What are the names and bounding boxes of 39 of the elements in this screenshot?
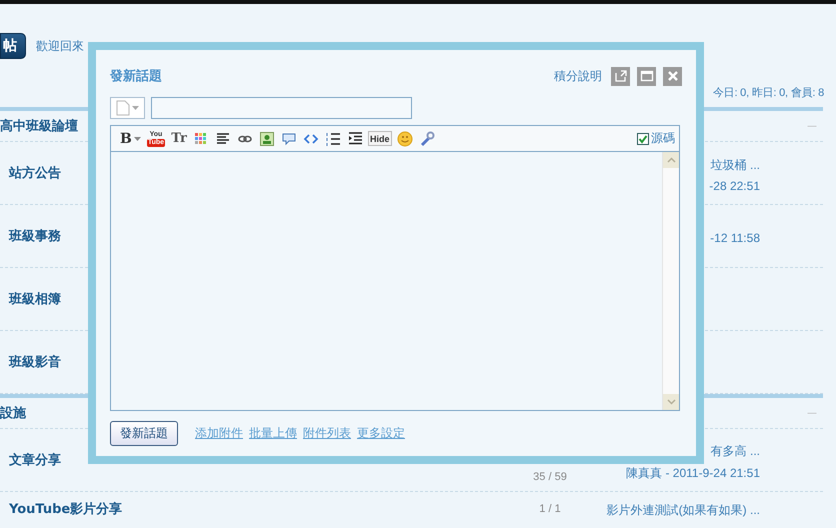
category-title[interactable]: 高中班級論壇 [0, 117, 78, 135]
scroll-up-icon[interactable] [666, 157, 676, 163]
forum-link[interactable]: YouTube影片分享 [0, 502, 122, 516]
submit-button[interactable]: 發新話題 [110, 421, 178, 446]
help-link[interactable]: 積分說明 [554, 68, 602, 84]
topic-post-count: 35 / 59 [532, 471, 568, 485]
document-icon[interactable] [116, 100, 130, 116]
hide-button[interactable]: Hide [368, 131, 392, 146]
forum-link[interactable]: 站方公告 [0, 166, 61, 181]
last-post-text[interactable]: 影片外連測試(如果有如果) ... [606, 502, 760, 519]
forum-link[interactable]: 班級影音 [0, 355, 61, 370]
last-post-text[interactable]: 有多高 ... [710, 442, 760, 460]
smiley-icon[interactable] [396, 128, 414, 148]
last-post-text[interactable]: -28 22:51 [709, 179, 760, 193]
maximize-icon[interactable] [637, 66, 656, 86]
post-type-dropdown[interactable] [110, 97, 145, 119]
scrollbar[interactable] [662, 152, 679, 410]
scroll-down-icon[interactable] [666, 399, 676, 405]
dialog-title: 發新話題 [110, 68, 162, 85]
caret-icon[interactable] [132, 106, 139, 110]
font-size-button[interactable]: Tr [170, 128, 188, 148]
last-post-text[interactable]: -12 11:58 [710, 231, 760, 245]
forum-link[interactable]: 文章分享 [0, 453, 61, 468]
last-post-text[interactable]: 陳真真 - 2011-9-24 21:51 [626, 464, 760, 482]
caret-icon[interactable] [134, 136, 141, 140]
subject-field[interactable] [151, 97, 412, 119]
post-button[interactable]: 帖 [0, 33, 26, 59]
source-label[interactable]: 源碼 [651, 130, 675, 147]
bold-button[interactable]: B [119, 128, 142, 148]
welcome-text: 歡迎回來 [36, 38, 84, 54]
forum-stats: 今日: 0, 昨日: 0, 會員: 8 [712, 87, 824, 99]
last-post-text[interactable]: 垃圾桶 ... [710, 157, 760, 174]
forum-link[interactable]: 班級相簿 [0, 292, 61, 307]
category-title[interactable]: 設施 [0, 404, 26, 422]
forum-link[interactable]: 班級事務 [0, 229, 61, 244]
topic-post-count: 1 / 1 [538, 502, 562, 514]
source-checkbox[interactable] [637, 132, 649, 144]
popout-icon[interactable] [611, 66, 630, 86]
close-icon[interactable] [663, 66, 682, 86]
